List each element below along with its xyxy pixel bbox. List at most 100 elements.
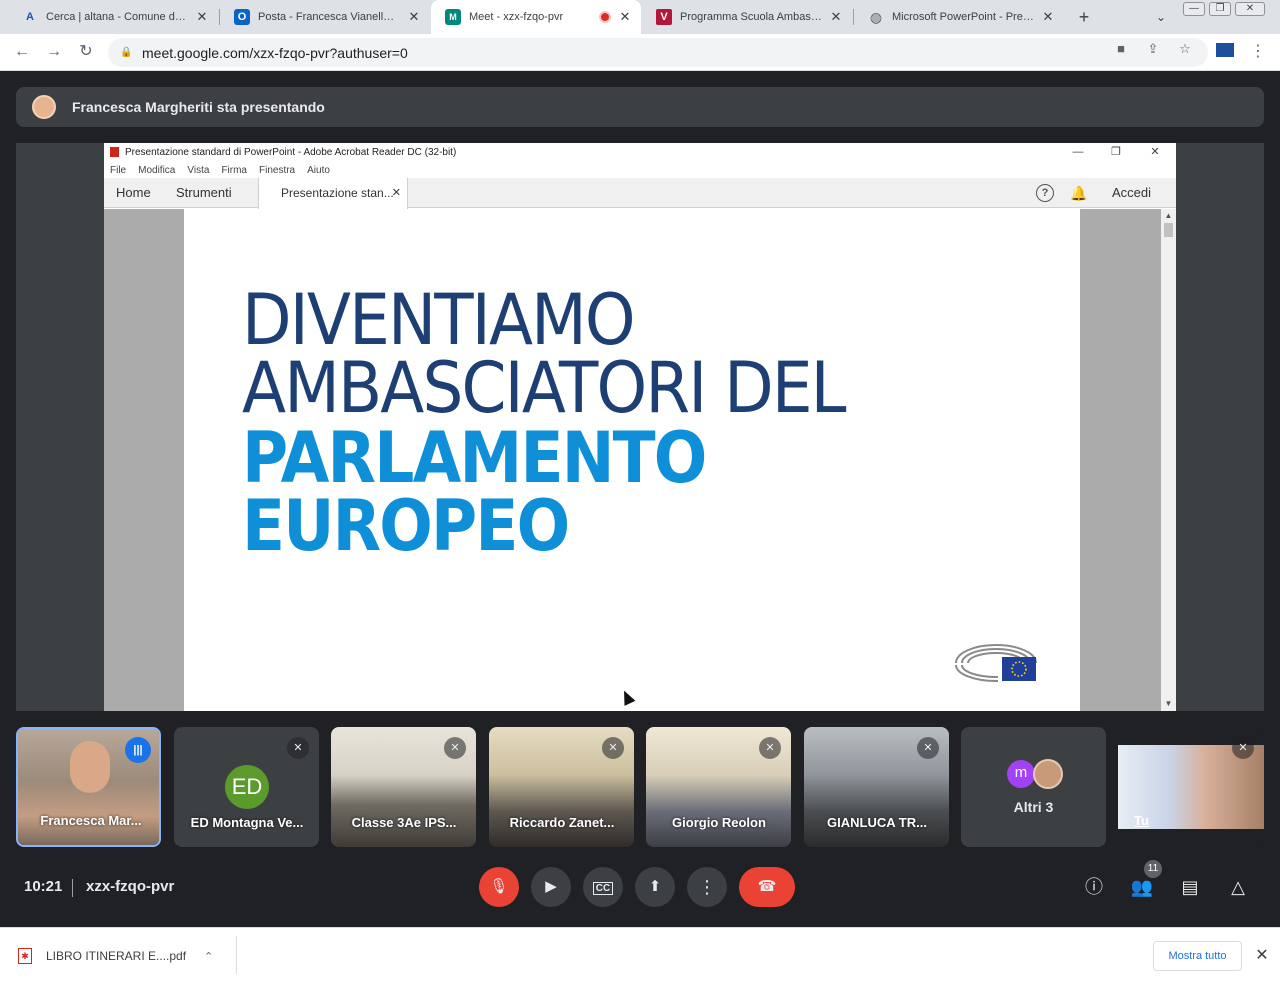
browser-tab-meet[interactable]: M Meet - xzx-fzqo-pvr ✕ (431, 0, 641, 34)
tab-title: Programma Scuola Ambasciatrice (680, 11, 822, 23)
menu-modifica: Modifica (138, 164, 176, 176)
close-tab-icon[interactable]: ✕ (194, 9, 210, 25)
meeting-code: xzx-fzqo-pvr (86, 878, 175, 895)
microphone-toggle-button[interactable]: 🎙︎ (479, 867, 519, 907)
more-vert-icon: ⋮ (698, 877, 716, 897)
document-tab-label: Presentazione stan... (281, 186, 394, 200)
lock-icon: 🔒 (120, 46, 133, 58)
bell-icon: 🔔 (1070, 185, 1088, 201)
mic-off-icon: 🎙︎ (489, 878, 509, 895)
participant-tile-riccardo[interactable]: ✕ Riccardo Zanet... (489, 727, 634, 847)
downloads-divider (236, 936, 237, 974)
acrobat-logo-icon (110, 147, 119, 157)
camera-permission-icon[interactable]: ■ (1110, 38, 1132, 60)
back-button[interactable]: ← (10, 40, 34, 64)
reload-button[interactable]: ↻ (74, 40, 98, 64)
close-document-icon: ✕ (391, 187, 401, 199)
acrobat-close-icon: ✕ (1150, 146, 1160, 158)
participant-tile-giorgio[interactable]: ✕ Giorgio Reolon (646, 727, 791, 847)
acrobat-tab-home: Home (116, 185, 151, 200)
chat-button[interactable]: ▤ (1177, 874, 1203, 900)
tab-title: Meet - xzx-fzqo-pvr (469, 11, 564, 23)
presenter-text: Francesca Margheriti sta presentando (72, 99, 325, 115)
hang-up-icon: ☎ (757, 878, 777, 895)
people-icon: 👥 (1130, 877, 1154, 897)
mic-off-icon: ✕ (287, 737, 309, 759)
acrobat-document-tab: Presentazione stan... ✕ (258, 178, 408, 209)
address-bar[interactable]: 🔒 meet.google.com/xzx-fzqo-pvr?authuser=… (108, 38, 1208, 67)
captions-button[interactable]: CC (583, 867, 623, 907)
present-screen-icon: ⬆ (648, 878, 662, 895)
acrobat-minimize-icon: — (1072, 146, 1084, 158)
pdf-file-icon: ✱ (18, 948, 32, 964)
activities-icon: △ (1231, 877, 1245, 897)
browser-tab-comune[interactable]: A Cerca | altana - Comune di Venezia ✕ (8, 0, 218, 34)
participant-name: GIANLUCA TR... (827, 815, 927, 830)
meeting-details-button[interactable]: ⓘ (1081, 874, 1107, 900)
close-tab-icon[interactable]: ✕ (617, 9, 633, 25)
participant-name: Giorgio Reolon (672, 815, 766, 830)
download-filename: LIBRO ITINERARI E....pdf (46, 949, 187, 963)
chevron-up-icon[interactable]: ⌃ (204, 950, 213, 963)
participant-tile-others[interactable]: m Altri 3 (961, 727, 1106, 847)
browser-tab-outlook[interactable]: O Posta - Francesca Vianello - Outlook ✕ (220, 0, 430, 34)
present-screen-button[interactable]: ⬆ (635, 867, 675, 907)
participant-tile-gianluca[interactable]: ✕ GIANLUCA TR... (804, 727, 949, 847)
tab-title: Cerca | altana - Comune di Venezia (46, 11, 188, 23)
close-downloads-icon[interactable]: ✕ (1254, 944, 1270, 968)
participant-tile-ed-montagna[interactable]: ED ✕ ED Montagna Ve... (174, 727, 319, 847)
pdf-viewer: DIVENTIAMO AMBASCIATORI DEL PARLAMENTO E… (104, 209, 1176, 711)
download-item[interactable]: ✱ LIBRO ITINERARI E....pdf ⌃ (18, 942, 213, 970)
browser-toolbar: ← → ↻ 🔒 meet.google.com/xzx-fzqo-pvr?aut… (0, 34, 1280, 71)
share-icon[interactable]: ⇪ (1142, 38, 1164, 60)
captions-icon: CC (592, 882, 614, 895)
browser-tab-strip: A Cerca | altana - Comune di Venezia ✕ O… (0, 0, 1280, 34)
self-name: Tu (1134, 813, 1149, 828)
more-options-button[interactable]: ⋮ (687, 867, 727, 907)
participant-name: Francesca Mar... (40, 813, 142, 828)
globe-icon: ◍ (869, 8, 883, 25)
new-tab-button[interactable]: + (1072, 5, 1096, 29)
comune-favicon-icon: A (26, 11, 34, 23)
minimize-window-button[interactable]: — (1183, 2, 1205, 16)
camera-icon: ▶ (545, 878, 557, 895)
avatar (32, 95, 56, 119)
meeting-info-divider (72, 879, 73, 897)
tab-title: Posta - Francesca Vianello - Outlook (258, 11, 400, 23)
close-window-button[interactable]: ✕ (1235, 2, 1265, 16)
browser-tab-powerpoint[interactable]: ◍ Microsoft PowerPoint - Presentazione ✕ (854, 0, 1064, 34)
bookmark-star-icon[interactable]: ☆ (1174, 38, 1196, 60)
close-tab-icon[interactable]: ✕ (1040, 9, 1056, 25)
pdf-scrollbar: ▲ ▼ (1161, 209, 1176, 711)
avatar (1033, 759, 1063, 789)
help-icon: ? (1036, 184, 1054, 202)
chat-icon: ▤ (1181, 877, 1199, 897)
close-tab-icon[interactable]: ✕ (828, 9, 844, 25)
scroll-thumb (1164, 223, 1173, 237)
browser-tab-programma[interactable]: V Programma Scuola Ambasciatrice ✕ (642, 0, 852, 34)
slide-page: DIVENTIAMO AMBASCIATORI DEL PARLAMENTO E… (184, 209, 1080, 711)
tab-search-button[interactable]: ⌄ (1150, 5, 1172, 29)
close-tab-icon[interactable]: ✕ (406, 9, 422, 25)
speaking-indicator-icon: ||| (125, 737, 151, 763)
camera-toggle-button[interactable]: ▶ (531, 867, 571, 907)
menu-firma: Firma (221, 164, 247, 176)
participant-tile-francesca[interactable]: ||| Francesca Mar... (16, 727, 161, 847)
restore-window-button[interactable]: ❐ (1209, 2, 1231, 16)
menu-finestra: Finestra (259, 164, 296, 176)
leave-call-button[interactable]: ☎ (739, 867, 795, 907)
meet-favicon-icon: M (445, 9, 461, 25)
participant-tile-classe-3ae[interactable]: ✕ Classe 3Ae IPS... (331, 727, 476, 847)
slide-title-line-4: EUROPEO (242, 485, 570, 567)
acrobat-menu-bar: File Modifica Vista Firma Finestra Aiuto (104, 162, 1176, 178)
eu-extension-icon[interactable] (1216, 43, 1234, 57)
meeting-clock: 10:21 (24, 878, 63, 895)
participant-tile-self[interactable]: ✕ Tu (1118, 727, 1264, 847)
recording-indicator-icon (599, 11, 611, 23)
browser-menu-icon[interactable]: ⋮ (1248, 40, 1268, 64)
mic-off-icon: ✕ (602, 737, 624, 759)
show-all-downloads-button[interactable]: Mostra tutto (1153, 941, 1242, 971)
mic-off-icon: ✕ (917, 737, 939, 759)
forward-button[interactable]: → (42, 40, 66, 64)
activities-button[interactable]: △ (1225, 874, 1251, 900)
